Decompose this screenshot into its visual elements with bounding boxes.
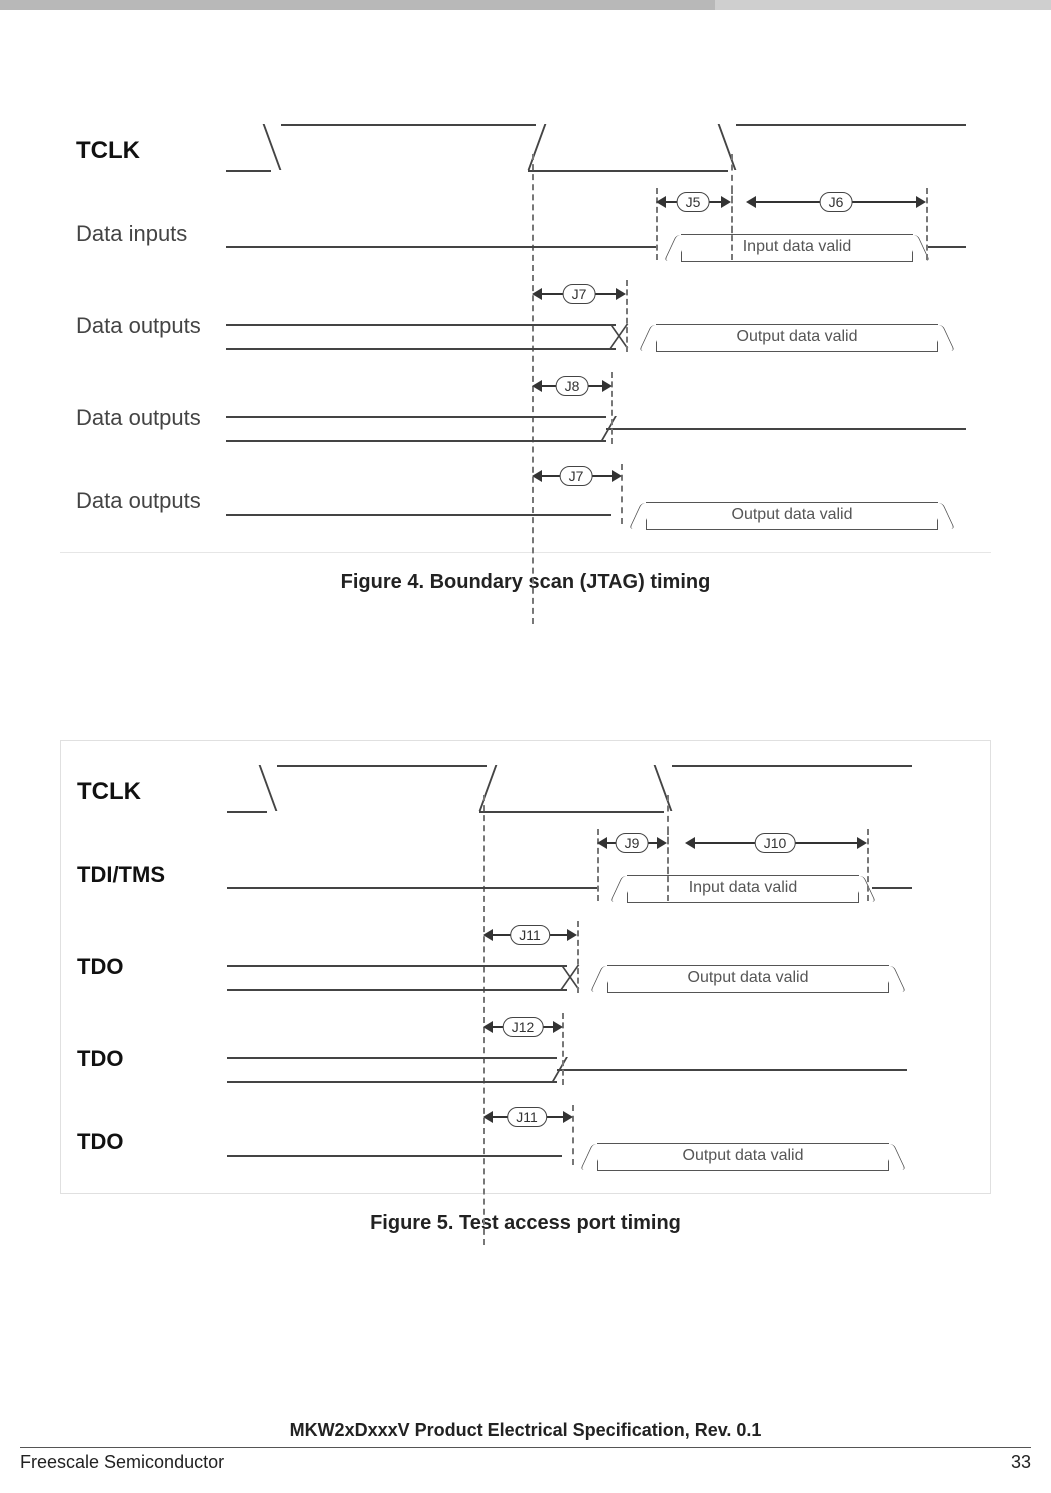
waveform-data-outputs-1: Output data valid J7 (226, 280, 973, 372)
figure-4: TCLK Data inputs (60, 100, 991, 594)
marker-label: J6 (820, 192, 853, 212)
data-bubble: Input data valid (681, 234, 913, 262)
data-bubble: Output data valid (646, 502, 938, 530)
signal-label: Data outputs (70, 313, 226, 339)
signal-label: TDI/TMS (71, 862, 227, 888)
page-footer: MKW2xDxxxV Product Electrical Specificat… (0, 1420, 1051, 1473)
signal-label: Data outputs (70, 488, 226, 514)
signal-row-data-outputs-3: Data outputs Output data valid J7 (70, 464, 973, 538)
signal-row-tclk: TCLK (70, 114, 973, 188)
signal-row-tclk: TCLK (71, 755, 972, 829)
data-bubble: Input data valid (627, 875, 859, 903)
signal-row-tdo-3: TDO Output data valid J11 (71, 1105, 972, 1179)
signal-row-data-outputs-1: Data outputs Output data valid J7 (70, 280, 973, 372)
marker-label: J12 (503, 1017, 544, 1037)
timing-diagram-jtag: TCLK Data inputs (60, 100, 991, 553)
figure-caption: Figure 5. Test access port timing (60, 1212, 991, 1235)
signal-label: TCLK (71, 778, 227, 806)
figure-5: TCLK TDI/TMS Input data (60, 740, 991, 1235)
signal-label: TCLK (70, 137, 226, 165)
waveform-tdo-2: J12 (227, 1013, 972, 1105)
marker-label: J10 (755, 833, 796, 853)
waveform-data-inputs: Input data valid J5 J6 (226, 188, 973, 280)
signal-label: Data inputs (70, 221, 226, 247)
marker-label: J11 (507, 1107, 547, 1127)
waveform-data-outputs-3: Output data valid J7 (226, 464, 973, 538)
waveform-tdi-tms: Input data valid J9 J10 (227, 829, 972, 921)
signal-row-data-inputs: Data inputs Input data valid J5 J6 (70, 188, 973, 280)
data-bubble: Output data valid (656, 324, 938, 352)
signal-row-tdi-tms: TDI/TMS Input data valid J9 J10 (71, 829, 972, 921)
waveform-tclk (226, 114, 973, 188)
timing-diagram-tap: TCLK TDI/TMS Input data (60, 740, 991, 1194)
marker-label: J7 (563, 284, 596, 304)
signal-label: TDO (71, 954, 227, 980)
signal-label: TDO (71, 1046, 227, 1072)
footer-company: Freescale Semiconductor (20, 1452, 224, 1473)
figure-caption: Figure 4. Boundary scan (JTAG) timing (60, 571, 991, 594)
waveform-tdo-3: Output data valid J11 (227, 1105, 972, 1179)
marker-label: J9 (616, 833, 649, 853)
signal-row-data-outputs-2: Data outputs J8 (70, 372, 973, 464)
page: TCLK Data inputs (0, 0, 1051, 1493)
waveform-data-outputs-2: J8 (226, 372, 973, 464)
signal-label: Data outputs (70, 405, 226, 431)
header-bar (0, 0, 1051, 10)
waveform-tclk (227, 755, 972, 829)
marker-label: J8 (556, 376, 589, 396)
data-bubble: Output data valid (607, 965, 889, 993)
waveform-tdo-1: Output data valid J11 (227, 921, 972, 1013)
signal-row-tdo-1: TDO Output data valid J11 (71, 921, 972, 1013)
data-bubble: Output data valid (597, 1143, 889, 1171)
footer-page-number: 33 (1011, 1452, 1031, 1473)
signal-label: TDO (71, 1129, 227, 1155)
signal-row-tdo-2: TDO J12 (71, 1013, 972, 1105)
doc-title: MKW2xDxxxV Product Electrical Specificat… (0, 1420, 1051, 1441)
marker-label: J7 (560, 466, 593, 486)
marker-label: J11 (510, 925, 550, 945)
marker-label: J5 (677, 192, 710, 212)
